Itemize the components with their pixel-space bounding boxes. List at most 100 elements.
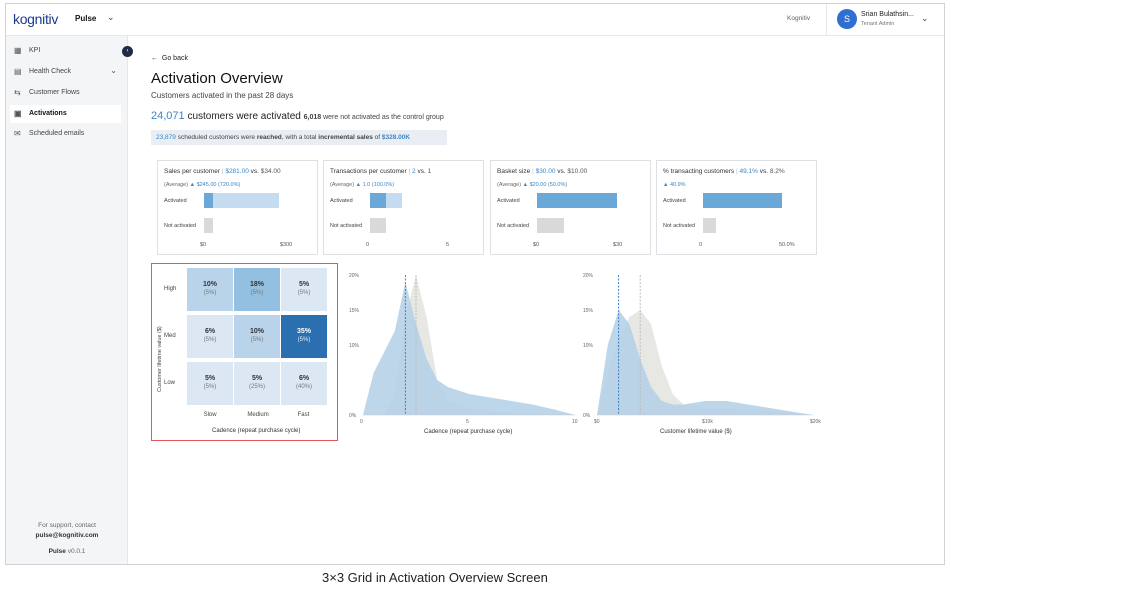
y-tick-label: 15% [583, 308, 594, 314]
matrix-row-label: High [164, 286, 177, 292]
card-control-value: 8.2% [769, 168, 785, 175]
cell-percent: 35% [296, 328, 311, 335]
cell-control-percent: (5%) [203, 384, 217, 390]
card-activated-label: Activated [164, 198, 187, 204]
cell-percent: 6% [204, 328, 216, 335]
activated-bar-track [370, 193, 450, 208]
cell-percent: 6% [298, 375, 310, 382]
card-delta: ▲ 40.9% [663, 182, 686, 188]
y-tick-label: 10% [583, 343, 594, 349]
support-text: For support, contact [38, 522, 96, 529]
card-activated-label: Activated [330, 198, 353, 204]
matrix-cell[interactable]: 10% (5%) [234, 315, 280, 358]
matrix-cell[interactable]: 5% (5%) [281, 268, 327, 311]
y-tick-label: 20% [349, 273, 360, 279]
card-not-activated-label: Not activated [164, 223, 197, 229]
cell-control-percent: (5%) [203, 337, 217, 343]
kognitiv-logo[interactable]: kognitiv [13, 11, 58, 27]
kpi-card: Transactions per customer | 2 vs. 1 (Aver… [323, 160, 484, 255]
support-email[interactable]: pulse@kognitiv.com [36, 532, 99, 539]
y-tick-label: 15% [349, 308, 360, 314]
cell-control-percent: (5%) [203, 290, 217, 296]
activation-summary: 24,071 customers were activated 6,018 we… [151, 110, 444, 122]
avatar[interactable]: S [837, 9, 857, 29]
card-average-line: (Average) ▲ $20.00 (50.0%) [497, 182, 567, 188]
activated-bar [204, 193, 279, 208]
matrix-cell[interactable]: 10% (5%) [187, 268, 233, 311]
card-not-activated-label: Not activated [497, 223, 530, 229]
sidebar-item-scheduled-emails[interactable]: ✉ Scheduled emails [10, 125, 121, 143]
activated-count: 24,071 [151, 110, 185, 122]
sidebar-item-health-check[interactable]: ▤ Health Check ⌄ [10, 63, 121, 81]
y-tick-label: 20% [583, 273, 594, 279]
y-tick-label: 0% [583, 413, 591, 419]
version-number: v0.0.1 [67, 548, 86, 555]
not-activated-bar-track [703, 218, 783, 233]
chevron-down-icon[interactable]: ⌄ [107, 12, 115, 23]
series-area [363, 282, 575, 415]
matrix-cell[interactable]: 35% (5%) [281, 315, 327, 358]
banner-text-3: of [374, 134, 381, 141]
cell-percent: 5% [204, 375, 216, 382]
not-activated-bar [537, 218, 564, 233]
card-control-value: 1 [427, 168, 432, 175]
card-delta: ▲ $245.00 (720.0%) [189, 182, 241, 188]
go-back-label: Go back [161, 55, 188, 62]
sidebar-item-label: Scheduled emails [29, 130, 85, 137]
sidebar-item-activations[interactable]: ▣ Activations [10, 105, 121, 123]
reached-count: 23,879 [156, 134, 176, 141]
card-delta: ▲ 1.0 (100.0%) [355, 182, 395, 188]
sidebar-item-label: KPI [29, 47, 41, 54]
card-vs: vs. [250, 168, 259, 175]
version-product: Pulse [48, 548, 66, 555]
cell-percent: 18% [249, 281, 264, 288]
x-tick-label: 5 [466, 419, 469, 425]
card-title: % transacting customers [663, 168, 735, 175]
grid-icon: ▦ [14, 46, 22, 55]
support-email-wrap: pulse@kognitiv.com [6, 532, 128, 539]
user-name[interactable]: Srian Bulathsin... [861, 11, 914, 18]
cell-percent: 10% [202, 281, 217, 288]
chevron-down-icon[interactable]: ⌄ [110, 66, 117, 75]
card-average-line: (Average) ▲ $245.00 (720.0%) [164, 182, 240, 188]
x-tick-label: $20k [810, 419, 821, 425]
x-tick-label: $10k [702, 419, 713, 425]
matrix-cell[interactable]: 18% (5%) [234, 268, 280, 311]
sidebar-item-customer-flows[interactable]: ⇆ Customer Flows [10, 84, 121, 102]
card-average-line: ▲ 40.9% [663, 182, 686, 188]
activated-bar-track [204, 193, 284, 208]
card-average-label: (Average) [330, 182, 355, 188]
matrix-cell[interactable]: 5% (5%) [187, 362, 233, 405]
sidebar-item-kpi[interactable]: ▦ KPI [10, 42, 121, 60]
go-back-link[interactable]: ← Go back [151, 55, 188, 62]
calendar-icon: ▣ [14, 109, 22, 118]
cell-control-percent: (5%) [250, 290, 264, 296]
product-switcher-label[interactable]: Pulse [75, 14, 96, 23]
app-window: kognitiv Pulse ⌄ Kognitiv S Srian Bulath… [5, 3, 945, 565]
matrix-col-label: Fast [297, 412, 310, 418]
sidebar-item-label: Health Check [29, 68, 72, 75]
divider [826, 4, 827, 36]
not-activated-bar-track [537, 218, 617, 233]
page-subtitle: Customers activated in the past 28 days [151, 91, 294, 100]
mail-icon: ✉ [14, 129, 21, 138]
matrix-cell[interactable]: 5% (25%) [234, 362, 280, 405]
cell-percent: 10% [249, 328, 264, 335]
x-axis-label: Customer lifetime value ($) [660, 429, 732, 435]
card-title: Sales per customer [164, 168, 220, 175]
card-average-line: (Average) ▲ 1.0 (100.0%) [330, 182, 394, 188]
user-menu-chevron-icon[interactable]: ⌄ [921, 13, 929, 24]
matrix-col-label: Medium [247, 412, 269, 418]
matrix-col-label: Slow [203, 412, 217, 418]
collapse-sidebar-icon[interactable]: ‹ [122, 46, 133, 57]
matrix-cell[interactable]: 6% (5%) [187, 315, 233, 358]
matrix-row-label: Low [164, 380, 176, 386]
card-activated-label: Activated [663, 198, 686, 204]
cell-control-percent: (5%) [297, 290, 311, 296]
card-activated-value: 2 [412, 168, 416, 175]
not-activated-bar [703, 218, 717, 233]
card-average-label: (Average) [497, 182, 522, 188]
card-activated-value: 49.1% [739, 168, 758, 175]
matrix-cell[interactable]: 6% (40%) [281, 362, 327, 405]
activated-bar [703, 193, 782, 208]
